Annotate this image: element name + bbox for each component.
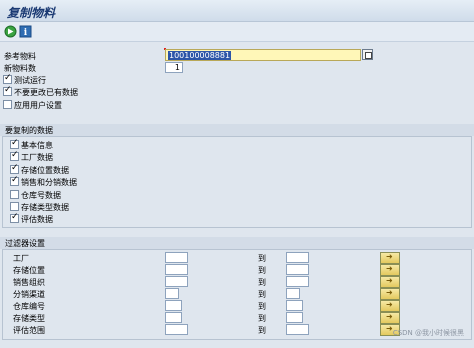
filter-section-header: 过滤器设置 <box>0 237 474 249</box>
filter-to-input[interactable] <box>286 276 309 287</box>
filter-label: 仓库编号 <box>13 302 45 311</box>
filter-to-label: 到 <box>258 290 266 299</box>
title-bar: 复制物料 <box>0 0 474 22</box>
filter-label: 分销渠道 <box>13 290 45 299</box>
copy-storage-type-label: 存储类型数据 <box>21 203 69 212</box>
user-settings-label: 应用用户设置 <box>14 101 62 110</box>
copy-storage-type-checkbox[interactable] <box>10 202 19 211</box>
reference-material-value: 100100008881 <box>168 51 232 60</box>
filter-from-input[interactable] <box>165 312 182 323</box>
copy-storage-location-label: 存储位置数据 <box>21 166 69 175</box>
no-change-label: 不要更改已有数据 <box>14 88 78 97</box>
filter-from-input[interactable] <box>165 288 179 299</box>
execute-icon[interactable] <box>4 25 17 38</box>
filter-label: 工厂 <box>13 254 29 263</box>
filter-row-plant: 工厂 到 <box>3 252 471 264</box>
user-settings-checkbox[interactable] <box>3 100 12 109</box>
filter-from-input[interactable] <box>165 324 188 335</box>
copy-plant-label: 工厂数据 <box>21 153 53 162</box>
copy-basic-label: 基本信息 <box>21 141 53 150</box>
filter-to-label: 到 <box>258 326 266 335</box>
filter-label: 存储类型 <box>13 314 45 323</box>
filter-row-storage-location: 存储位置 到 <box>3 264 471 276</box>
filter-to-input[interactable] <box>286 324 309 335</box>
filter-from-input[interactable] <box>165 276 188 287</box>
multiple-selection-button[interactable] <box>380 288 400 300</box>
page-title: 复制物料 <box>7 6 56 20</box>
filter-from-input[interactable] <box>165 264 188 275</box>
copy-basic-checkbox[interactable] <box>10 138 19 149</box>
filter-label: 评估范围 <box>13 326 45 335</box>
filter-to-label: 到 <box>258 254 266 263</box>
copy-warehouse-checkbox[interactable] <box>10 190 19 199</box>
filter-to-input[interactable] <box>286 252 309 263</box>
copy-data-section-title: 要复制的数据 <box>5 126 53 135</box>
value-help-button[interactable] <box>362 49 373 60</box>
filter-label: 存储位置 <box>13 266 45 275</box>
toolbar: i <box>0 22 474 42</box>
watermark: CSDN @我小时候很黑 <box>392 329 464 337</box>
filter-row-distribution-channel: 分销渠道 到 <box>3 288 471 300</box>
info-icon[interactable]: i <box>19 25 32 38</box>
filter-from-input[interactable] <box>165 300 182 311</box>
no-change-checkbox[interactable] <box>3 85 12 96</box>
multiple-selection-button[interactable] <box>380 300 400 312</box>
filter-to-label: 到 <box>258 302 266 311</box>
filter-section-title: 过滤器设置 <box>5 239 45 248</box>
multiple-selection-button[interactable] <box>380 276 400 288</box>
filter-to-label: 到 <box>258 314 266 323</box>
multiple-selection-button[interactable] <box>380 312 400 324</box>
multiple-selection-button[interactable] <box>380 252 400 264</box>
filter-to-input[interactable] <box>286 300 303 311</box>
filter-to-label: 到 <box>258 278 266 287</box>
test-run-label: 测试运行 <box>14 76 46 85</box>
copy-data-section-header: 要复制的数据 <box>0 124 474 136</box>
new-count-input[interactable]: 1 <box>165 62 183 73</box>
copy-valuation-label: 评估数据 <box>21 215 53 224</box>
filter-row-sales-org: 销售组织 到 <box>3 276 471 288</box>
copy-plant-checkbox[interactable] <box>10 150 19 161</box>
filter-to-input[interactable] <box>286 264 309 275</box>
filter-row-storage-type: 存储类型 到 <box>3 312 471 324</box>
filter-label: 销售组织 <box>13 278 45 287</box>
copy-sales-label: 销售和分销数据 <box>21 178 77 187</box>
test-run-checkbox[interactable] <box>3 73 12 84</box>
copy-warehouse-label: 仓库号数据 <box>21 191 61 200</box>
copy-sales-checkbox[interactable] <box>10 175 19 186</box>
reference-material-input[interactable]: 100100008881 <box>165 49 361 61</box>
copy-valuation-checkbox[interactable] <box>10 212 19 223</box>
filter-to-input[interactable] <box>286 288 300 299</box>
filter-to-input[interactable] <box>286 312 303 323</box>
reference-material-label: 参考物料 <box>4 52 36 61</box>
copy-storage-location-checkbox[interactable] <box>10 163 19 174</box>
filter-to-label: 到 <box>258 266 266 275</box>
filter-row-warehouse-number: 仓库编号 到 <box>3 300 471 312</box>
info-glyph: i <box>24 28 28 38</box>
filter-from-input[interactable] <box>165 252 188 263</box>
multiple-selection-button[interactable] <box>380 264 400 276</box>
